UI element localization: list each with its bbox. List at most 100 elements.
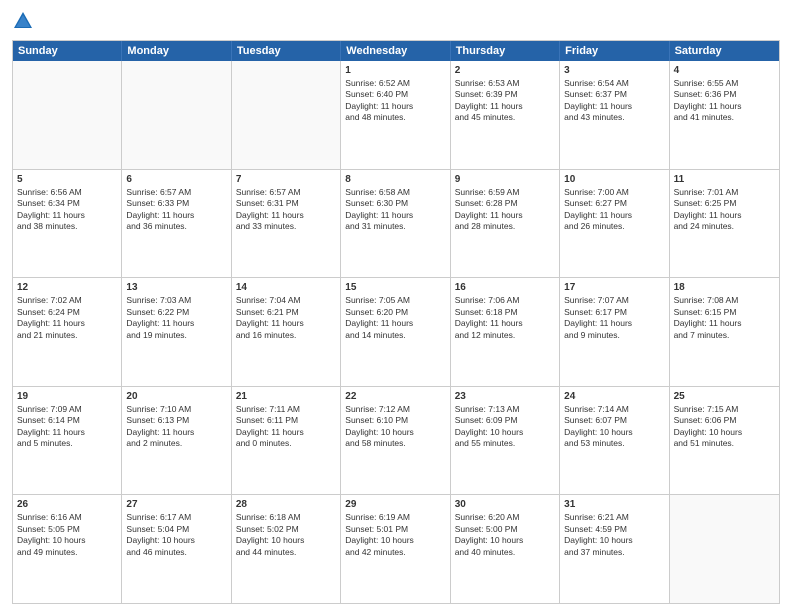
day-cell: 23Sunrise: 7:13 AM Sunset: 6:09 PM Dayli… (451, 387, 560, 495)
day-info: Sunrise: 7:10 AM Sunset: 6:13 PM Dayligh… (126, 404, 226, 450)
day-cell (122, 61, 231, 169)
day-info: Sunrise: 6:55 AM Sunset: 6:36 PM Dayligh… (674, 78, 775, 124)
day-info: Sunrise: 6:56 AM Sunset: 6:34 PM Dayligh… (17, 187, 117, 233)
week-row: 5Sunrise: 6:56 AM Sunset: 6:34 PM Daylig… (13, 169, 779, 278)
page-container: SundayMondayTuesdayWednesdayThursdayFrid… (0, 0, 792, 612)
day-number: 16 (455, 281, 555, 294)
day-info: Sunrise: 7:08 AM Sunset: 6:15 PM Dayligh… (674, 295, 775, 341)
day-info: Sunrise: 6:59 AM Sunset: 6:28 PM Dayligh… (455, 187, 555, 233)
day-cell: 3Sunrise: 6:54 AM Sunset: 6:37 PM Daylig… (560, 61, 669, 169)
day-cell: 9Sunrise: 6:59 AM Sunset: 6:28 PM Daylig… (451, 170, 560, 278)
day-info: Sunrise: 6:57 AM Sunset: 6:33 PM Dayligh… (126, 187, 226, 233)
day-info: Sunrise: 7:11 AM Sunset: 6:11 PM Dayligh… (236, 404, 336, 450)
weeks: 1Sunrise: 6:52 AM Sunset: 6:40 PM Daylig… (13, 61, 779, 603)
day-cell: 31Sunrise: 6:21 AM Sunset: 4:59 PM Dayli… (560, 495, 669, 603)
day-info: Sunrise: 6:21 AM Sunset: 4:59 PM Dayligh… (564, 512, 664, 558)
day-info: Sunrise: 6:53 AM Sunset: 6:39 PM Dayligh… (455, 78, 555, 124)
day-number: 19 (17, 390, 117, 403)
day-cell: 20Sunrise: 7:10 AM Sunset: 6:13 PM Dayli… (122, 387, 231, 495)
logo (12, 10, 38, 32)
day-cell: 26Sunrise: 6:16 AM Sunset: 5:05 PM Dayli… (13, 495, 122, 603)
day-info: Sunrise: 6:54 AM Sunset: 6:37 PM Dayligh… (564, 78, 664, 124)
day-cell: 29Sunrise: 6:19 AM Sunset: 5:01 PM Dayli… (341, 495, 450, 603)
day-info: Sunrise: 7:07 AM Sunset: 6:17 PM Dayligh… (564, 295, 664, 341)
day-header: Friday (560, 41, 669, 61)
week-row: 26Sunrise: 6:16 AM Sunset: 5:05 PM Dayli… (13, 494, 779, 603)
calendar: SundayMondayTuesdayWednesdayThursdayFrid… (12, 40, 780, 604)
day-info: Sunrise: 7:05 AM Sunset: 6:20 PM Dayligh… (345, 295, 445, 341)
day-cell: 11Sunrise: 7:01 AM Sunset: 6:25 PM Dayli… (670, 170, 779, 278)
day-info: Sunrise: 6:58 AM Sunset: 6:30 PM Dayligh… (345, 187, 445, 233)
week-row: 1Sunrise: 6:52 AM Sunset: 6:40 PM Daylig… (13, 61, 779, 169)
day-info: Sunrise: 7:14 AM Sunset: 6:07 PM Dayligh… (564, 404, 664, 450)
day-info: Sunrise: 7:03 AM Sunset: 6:22 PM Dayligh… (126, 295, 226, 341)
week-row: 19Sunrise: 7:09 AM Sunset: 6:14 PM Dayli… (13, 386, 779, 495)
day-cell: 19Sunrise: 7:09 AM Sunset: 6:14 PM Dayli… (13, 387, 122, 495)
day-number: 1 (345, 64, 445, 77)
day-cell: 18Sunrise: 7:08 AM Sunset: 6:15 PM Dayli… (670, 278, 779, 386)
day-number: 14 (236, 281, 336, 294)
day-number: 25 (674, 390, 775, 403)
day-info: Sunrise: 6:57 AM Sunset: 6:31 PM Dayligh… (236, 187, 336, 233)
day-cell: 30Sunrise: 6:20 AM Sunset: 5:00 PM Dayli… (451, 495, 560, 603)
day-number: 10 (564, 173, 664, 186)
day-number: 8 (345, 173, 445, 186)
day-info: Sunrise: 6:52 AM Sunset: 6:40 PM Dayligh… (345, 78, 445, 124)
day-header: Monday (122, 41, 231, 61)
day-cell: 21Sunrise: 7:11 AM Sunset: 6:11 PM Dayli… (232, 387, 341, 495)
day-number: 7 (236, 173, 336, 186)
day-number: 9 (455, 173, 555, 186)
day-info: Sunrise: 7:13 AM Sunset: 6:09 PM Dayligh… (455, 404, 555, 450)
day-number: 30 (455, 498, 555, 511)
day-number: 24 (564, 390, 664, 403)
day-number: 15 (345, 281, 445, 294)
day-number: 31 (564, 498, 664, 511)
day-cell: 2Sunrise: 6:53 AM Sunset: 6:39 PM Daylig… (451, 61, 560, 169)
day-cell: 16Sunrise: 7:06 AM Sunset: 6:18 PM Dayli… (451, 278, 560, 386)
day-cell: 14Sunrise: 7:04 AM Sunset: 6:21 PM Dayli… (232, 278, 341, 386)
day-number: 29 (345, 498, 445, 511)
day-number: 5 (17, 173, 117, 186)
day-cell: 1Sunrise: 6:52 AM Sunset: 6:40 PM Daylig… (341, 61, 450, 169)
day-number: 23 (455, 390, 555, 403)
day-number: 11 (674, 173, 775, 186)
day-cell: 7Sunrise: 6:57 AM Sunset: 6:31 PM Daylig… (232, 170, 341, 278)
day-info: Sunrise: 6:19 AM Sunset: 5:01 PM Dayligh… (345, 512, 445, 558)
day-info: Sunrise: 7:02 AM Sunset: 6:24 PM Dayligh… (17, 295, 117, 341)
day-info: Sunrise: 7:12 AM Sunset: 6:10 PM Dayligh… (345, 404, 445, 450)
day-number: 2 (455, 64, 555, 77)
day-number: 22 (345, 390, 445, 403)
day-info: Sunrise: 6:16 AM Sunset: 5:05 PM Dayligh… (17, 512, 117, 558)
day-info: Sunrise: 6:18 AM Sunset: 5:02 PM Dayligh… (236, 512, 336, 558)
day-number: 20 (126, 390, 226, 403)
day-number: 12 (17, 281, 117, 294)
day-info: Sunrise: 7:06 AM Sunset: 6:18 PM Dayligh… (455, 295, 555, 341)
day-number: 4 (674, 64, 775, 77)
day-header: Sunday (13, 41, 122, 61)
day-cell: 4Sunrise: 6:55 AM Sunset: 6:36 PM Daylig… (670, 61, 779, 169)
day-header: Wednesday (341, 41, 450, 61)
day-info: Sunrise: 7:00 AM Sunset: 6:27 PM Dayligh… (564, 187, 664, 233)
day-cell: 24Sunrise: 7:14 AM Sunset: 6:07 PM Dayli… (560, 387, 669, 495)
day-info: Sunrise: 6:17 AM Sunset: 5:04 PM Dayligh… (126, 512, 226, 558)
day-info: Sunrise: 7:01 AM Sunset: 6:25 PM Dayligh… (674, 187, 775, 233)
day-info: Sunrise: 7:09 AM Sunset: 6:14 PM Dayligh… (17, 404, 117, 450)
day-cell (13, 61, 122, 169)
week-row: 12Sunrise: 7:02 AM Sunset: 6:24 PM Dayli… (13, 277, 779, 386)
day-cell: 27Sunrise: 6:17 AM Sunset: 5:04 PM Dayli… (122, 495, 231, 603)
day-cell: 22Sunrise: 7:12 AM Sunset: 6:10 PM Dayli… (341, 387, 450, 495)
day-cell: 10Sunrise: 7:00 AM Sunset: 6:27 PM Dayli… (560, 170, 669, 278)
day-cell: 25Sunrise: 7:15 AM Sunset: 6:06 PM Dayli… (670, 387, 779, 495)
day-number: 26 (17, 498, 117, 511)
day-info: Sunrise: 7:04 AM Sunset: 6:21 PM Dayligh… (236, 295, 336, 341)
day-header: Tuesday (232, 41, 341, 61)
day-number: 6 (126, 173, 226, 186)
header (12, 10, 780, 32)
day-number: 18 (674, 281, 775, 294)
day-cell: 17Sunrise: 7:07 AM Sunset: 6:17 PM Dayli… (560, 278, 669, 386)
day-cell (670, 495, 779, 603)
day-number: 21 (236, 390, 336, 403)
day-cell: 8Sunrise: 6:58 AM Sunset: 6:30 PM Daylig… (341, 170, 450, 278)
day-number: 17 (564, 281, 664, 294)
day-info: Sunrise: 7:15 AM Sunset: 6:06 PM Dayligh… (674, 404, 775, 450)
